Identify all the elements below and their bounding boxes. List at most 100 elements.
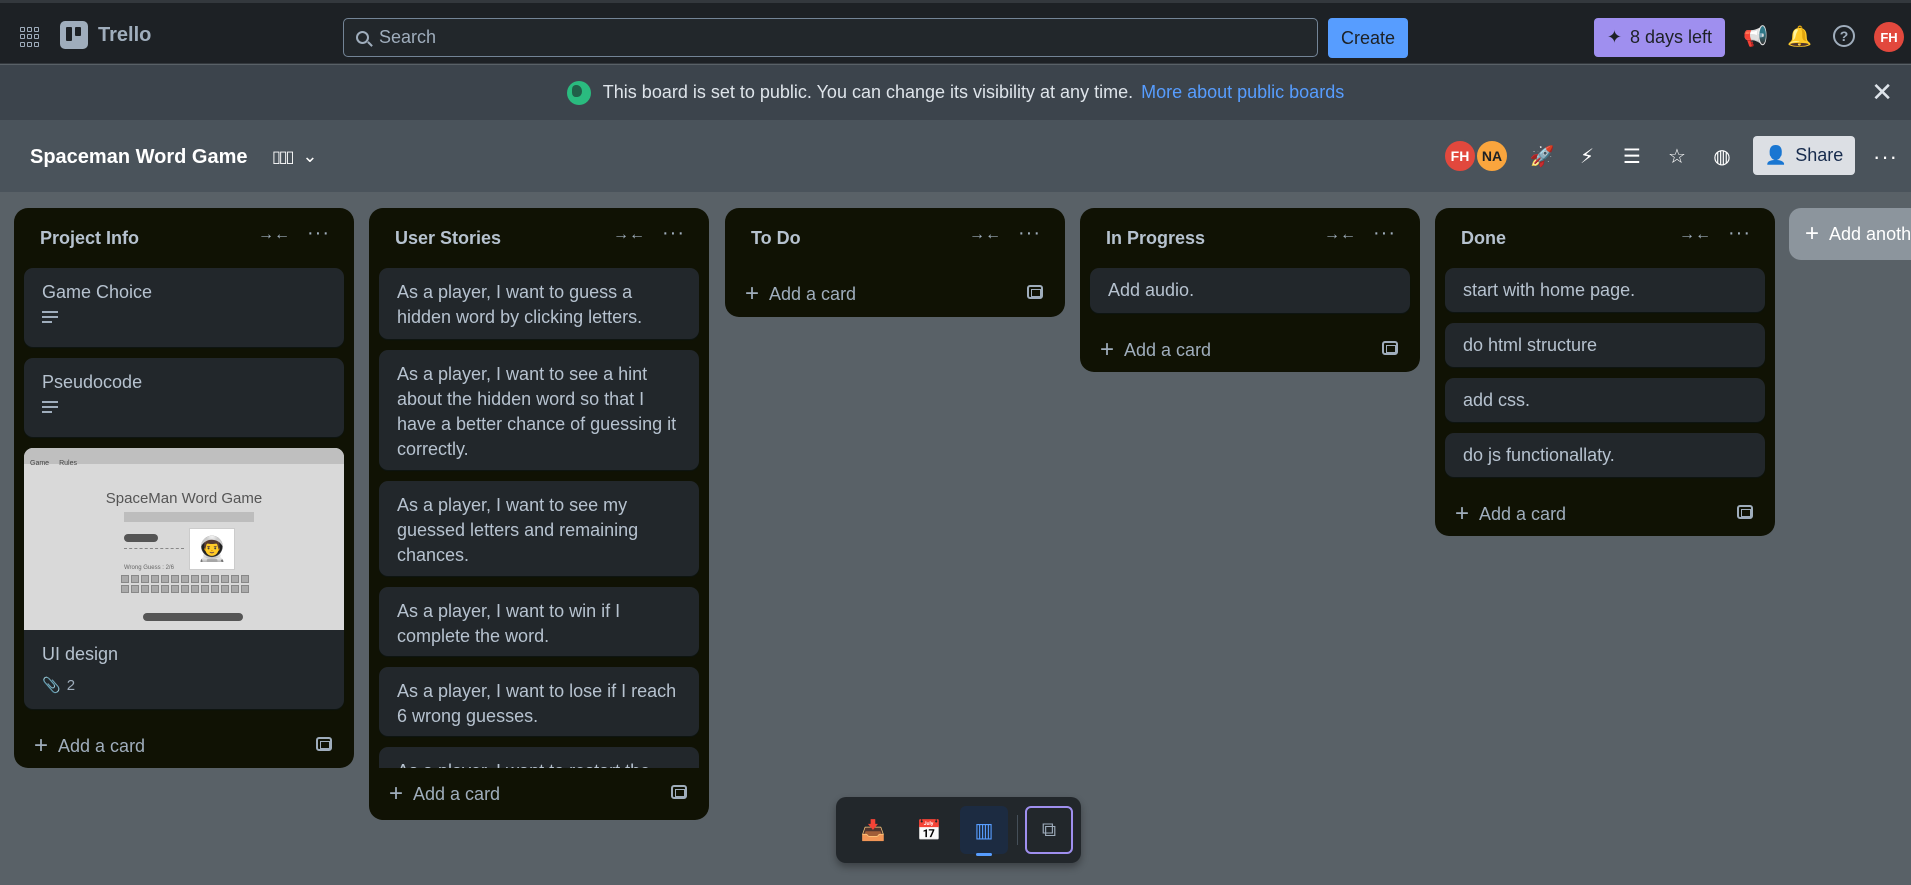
collapse-icon[interactable]: →← bbox=[258, 226, 290, 244]
globe-icon bbox=[566, 80, 591, 105]
card[interactable]: As a player, I want to guess a hidden wo… bbox=[379, 268, 699, 339]
card-title: add css. bbox=[1463, 390, 1531, 410]
board-view-icon: ▯▯▯ bbox=[272, 148, 294, 166]
add-card-label: Add a card bbox=[769, 283, 857, 304]
collapse-icon[interactable]: →← bbox=[1324, 226, 1356, 244]
list-title[interactable]: User Stories bbox=[395, 228, 501, 249]
list-header: Project Info →← ··· bbox=[24, 208, 344, 268]
list-header: To Do →← ··· bbox=[735, 208, 1055, 268]
card-title: As a player, I want to restart the bbox=[397, 759, 681, 768]
attachment-badge: 📎 2 bbox=[42, 673, 326, 698]
calendar-icon[interactable]: 📅 bbox=[905, 806, 953, 854]
card[interactable]: add css. bbox=[1445, 378, 1765, 422]
banner-text: This board is set to public. You can cha… bbox=[602, 82, 1134, 102]
card-title: do html structure bbox=[1463, 335, 1598, 355]
list-menu-icon[interactable]: ··· bbox=[1728, 222, 1751, 245]
card-list[interactable]: As a player, I want to guess a hidden wo… bbox=[379, 268, 699, 768]
cover-restart bbox=[143, 613, 243, 621]
card[interactable]: Add audio. bbox=[1090, 268, 1410, 313]
board-view-switcher[interactable]: ▯▯▯ ⌄ bbox=[272, 146, 318, 167]
plus-icon: + bbox=[1805, 220, 1820, 247]
board-menu-icon[interactable]: ··· bbox=[1873, 144, 1898, 170]
add-card-button[interactable]: + Add a card bbox=[1445, 488, 1765, 540]
template-icon[interactable] bbox=[316, 737, 332, 751]
card[interactable]: As a player, I want to restart the bbox=[379, 747, 699, 768]
card[interactable]: Game Rules SpaceMan Word Game Wrong Gues… bbox=[24, 448, 344, 709]
cover-word bbox=[124, 548, 184, 549]
automation-icon[interactable]: ⚡ bbox=[1574, 144, 1600, 170]
add-card-button[interactable]: + Add a card bbox=[24, 720, 344, 772]
card[interactable]: As a player, I want to win if I complete… bbox=[379, 587, 699, 656]
create-button[interactable]: Create bbox=[1328, 18, 1408, 58]
card-title: As a player, I want to win if I complete… bbox=[397, 601, 621, 646]
card-title: do js functionallaty. bbox=[1463, 445, 1615, 465]
card[interactable]: As a player, I want to lose if I reach 6… bbox=[379, 667, 699, 736]
bell-icon[interactable]: 🔔 bbox=[1787, 25, 1812, 49]
card-title: Game Choice bbox=[42, 282, 153, 302]
trial-label: 8 days left bbox=[1630, 27, 1713, 47]
collapse-icon[interactable]: →← bbox=[1679, 226, 1711, 244]
app-switcher-icon[interactable] bbox=[20, 27, 40, 47]
card[interactable]: As a player, I want to see my guessed le… bbox=[379, 481, 699, 576]
board-title[interactable]: Spaceman Word Game bbox=[30, 146, 247, 169]
megaphone-icon[interactable]: 📢 bbox=[1743, 25, 1768, 49]
star-icon[interactable]: ☆ bbox=[1664, 144, 1690, 170]
member-avatar[interactable]: FH bbox=[1443, 139, 1477, 173]
add-card-button[interactable]: + Add a card bbox=[379, 768, 699, 820]
list-header: Done →← ··· bbox=[1445, 208, 1765, 268]
add-card-label: Add a card bbox=[413, 783, 501, 804]
list-menu-icon[interactable]: ··· bbox=[1373, 222, 1396, 245]
plus-icon: + bbox=[389, 780, 404, 807]
list-menu-icon[interactable]: ··· bbox=[307, 222, 330, 245]
visibility-globe-icon[interactable]: ◍ bbox=[1709, 144, 1735, 170]
search-input[interactable] bbox=[379, 27, 1279, 48]
list-menu-icon[interactable]: ··· bbox=[1018, 222, 1041, 245]
card-title: Add audio. bbox=[1108, 280, 1195, 300]
list-menu-icon[interactable]: ··· bbox=[662, 222, 685, 245]
list-header: User Stories →← ··· bbox=[379, 208, 699, 268]
divider bbox=[1017, 815, 1018, 845]
help-icon[interactable]: ? bbox=[1833, 25, 1855, 47]
search-box[interactable] bbox=[343, 18, 1318, 57]
list-title[interactable]: To Do bbox=[751, 228, 801, 249]
card[interactable]: Pseudocode bbox=[24, 358, 344, 437]
card[interactable]: Game Choice bbox=[24, 268, 344, 347]
card-title: As a player, I want to see my guessed le… bbox=[397, 495, 639, 565]
collapse-icon[interactable]: →← bbox=[969, 226, 1001, 244]
template-icon[interactable] bbox=[1737, 505, 1753, 519]
add-list-button[interactable]: + Add anoth bbox=[1789, 208, 1911, 260]
card[interactable]: As a player, I want to see a hint about … bbox=[379, 350, 699, 470]
cover-menu: Game Rules bbox=[24, 448, 344, 467]
trello-logo[interactable]: Trello bbox=[60, 21, 151, 49]
list-title[interactable]: In Progress bbox=[1106, 228, 1205, 249]
member-avatar[interactable]: NA bbox=[1475, 139, 1509, 173]
switch-boards-icon[interactable]: ⧉ bbox=[1025, 806, 1073, 854]
banner-link[interactable]: More about public boards bbox=[1141, 82, 1344, 103]
list-user-stories: User Stories →← ··· As a player, I want … bbox=[369, 208, 709, 820]
list-title[interactable]: Project Info bbox=[40, 228, 139, 249]
share-button[interactable]: 👤 Share bbox=[1753, 136, 1855, 175]
power-ups-icon[interactable]: 🚀 bbox=[1529, 144, 1555, 170]
add-card-label: Add a card bbox=[58, 735, 146, 756]
template-icon[interactable] bbox=[1382, 341, 1398, 355]
template-icon[interactable] bbox=[1027, 285, 1043, 299]
card[interactable]: start with home page. bbox=[1445, 268, 1765, 312]
add-card-button[interactable]: + Add a card bbox=[735, 268, 1055, 320]
user-avatar[interactable]: FH bbox=[1874, 22, 1904, 52]
card[interactable]: do js functionallaty. bbox=[1445, 433, 1765, 477]
attachment-count: 2 bbox=[66, 677, 76, 694]
card-title: As a player, I want to guess a hidden wo… bbox=[397, 282, 643, 327]
trial-button[interactable]: ✦ 8 days left bbox=[1594, 18, 1725, 57]
filter-icon[interactable]: ☰ bbox=[1619, 144, 1645, 170]
add-list-label: Add anoth bbox=[1829, 223, 1911, 244]
add-card-button[interactable]: + Add a card bbox=[1090, 324, 1410, 376]
template-icon[interactable] bbox=[671, 785, 687, 799]
collapse-icon[interactable]: →← bbox=[613, 226, 645, 244]
board-icon[interactable]: ▥ bbox=[960, 806, 1008, 856]
top-navigation: Trello Create ✦ 8 days left 📢 🔔 ? FH bbox=[0, 0, 1911, 64]
list-title[interactable]: Done bbox=[1461, 228, 1506, 249]
list-header: In Progress →← ··· bbox=[1090, 208, 1410, 268]
card[interactable]: do html structure bbox=[1445, 323, 1765, 367]
inbox-icon[interactable]: 📥 bbox=[849, 806, 897, 854]
close-icon[interactable]: ✕ bbox=[1871, 79, 1893, 105]
